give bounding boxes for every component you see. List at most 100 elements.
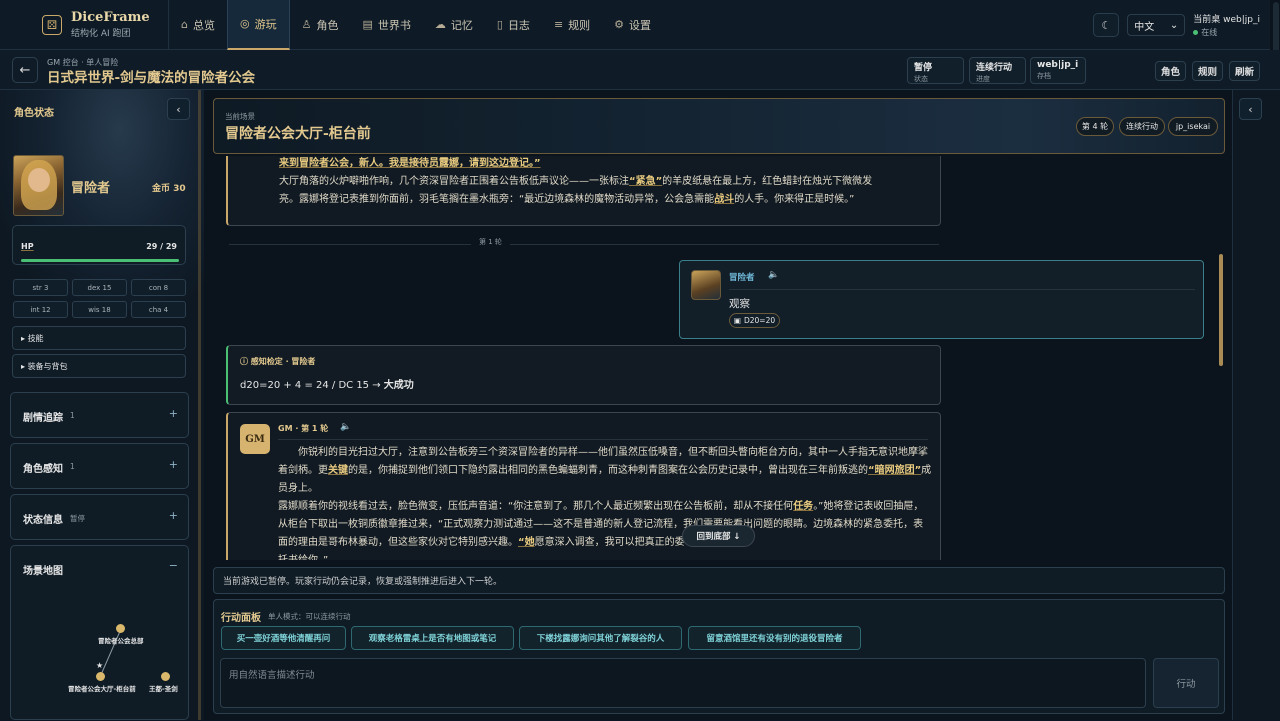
language-select[interactable]: 中文 ⌄	[1127, 14, 1186, 36]
inventory-toggle[interactable]: ▸ 装备与背包	[12, 354, 186, 378]
book-icon: ▤	[362, 18, 373, 31]
character-avatar[interactable]	[13, 155, 64, 216]
narration-span: 大厅角落的火炉噼啪作响，几个资深冒险者正围着公告板低声议论——一张标注	[279, 176, 629, 187]
stat-cha: cha 4	[131, 301, 186, 318]
keyword-highlight[interactable]: “暗网旅团”	[868, 465, 921, 476]
panel-resize-handle[interactable]	[198, 90, 201, 720]
nav-tab-label: 设置	[629, 18, 652, 32]
gm-title: GM · 第 1 轮	[278, 424, 329, 433]
nav-tab-rules[interactable]: ≡ 规则	[542, 0, 602, 50]
gm-text: 露娜顺着你的视线看过去，脸色微变，压低声音道：“你注意到了。那几个人最近频繁出现…	[278, 501, 794, 512]
stat-dex: dex 15	[72, 279, 127, 296]
nav-tab-label: 记忆	[450, 18, 473, 32]
mode-pill: 连续行动	[1119, 117, 1165, 136]
scene-label: 当前场景	[225, 112, 255, 121]
stat-con: con 8	[131, 279, 186, 296]
check-formula: d20=20 + 4 = 24 / DC 15 →	[240, 380, 384, 391]
user-icon: ♙	[301, 18, 312, 31]
hp-label: HP	[21, 242, 34, 251]
back-button[interactable]: ←	[12, 57, 38, 83]
online-dot-icon	[1193, 30, 1199, 35]
theme-toggle-button[interactable]: ☾	[1093, 13, 1120, 37]
expand-plus-icon[interactable]: +	[169, 458, 178, 471]
character-button[interactable]: 角色	[1155, 61, 1186, 81]
suggestion-button[interactable]: 观察老格雷桌上是否有地图或笔记	[351, 626, 514, 650]
hp-box: HP 29 / 29	[12, 225, 186, 265]
status-info-section[interactable]: 状态信息 暂停 +	[10, 494, 189, 540]
round-divider	[229, 244, 939, 245]
map-node[interactable]	[161, 672, 170, 681]
refresh-button[interactable]: 刷新	[1229, 61, 1260, 81]
expand-plus-icon[interactable]: +	[169, 509, 178, 522]
ruleset-pill: jp_isekai	[1168, 117, 1218, 136]
nav-tab-worldbook[interactable]: ▤ 世界书	[350, 0, 422, 50]
play-area: 当前场景 冒险者公会大厅-柜台前 第 4 轮 连续行动 jp_isekai 来到…	[204, 90, 1232, 720]
dice-result-badge: ▣ D20=20	[729, 313, 780, 328]
keyword-highlight[interactable]: “紧急”	[629, 176, 662, 187]
player-action-card: 冒险者 🔈 观察 ▣ D20=20	[679, 260, 1204, 339]
suggestion-button[interactable]: 留意酒馆里还有没有别的退役冒险者	[688, 626, 861, 650]
speaker-icon[interactable]: 🔈	[768, 270, 779, 280]
stat-str: str 3	[13, 279, 68, 296]
app-subtitle: 结构化 AI 跑团	[71, 29, 131, 39]
suggestion-button[interactable]: 买一壶好酒等他清醒再问	[221, 626, 346, 650]
save-box: web|jp_i 存档	[1030, 57, 1086, 84]
cloud-icon: ☁	[434, 18, 446, 31]
keyword-highlight[interactable]: 关键	[328, 465, 348, 476]
expand-plus-icon[interactable]: +	[169, 407, 178, 420]
nav-tab-label: 日志	[507, 18, 530, 32]
section-count: 暂停	[70, 514, 85, 523]
hp-value: 29 / 29	[146, 242, 177, 251]
page-title: 日式异世界-剑与魔法的冒险者公会	[47, 70, 256, 86]
map-node[interactable]	[116, 624, 125, 633]
moon-icon: ☾	[1101, 18, 1112, 32]
gm-avatar: GM	[240, 424, 270, 454]
collapse-left-button[interactable]: ‹	[167, 98, 190, 120]
plot-tracker-section[interactable]: 剧情追踪 1 +	[10, 392, 189, 438]
nav-tab-characters[interactable]: ♙ 角色	[290, 0, 351, 50]
document-icon: ▯	[496, 18, 503, 31]
app-logo[interactable]: ⚄ DiceFrame 结构化 AI 跑团	[0, 0, 168, 50]
nav-tab-play[interactable]: ◎ 游玩	[226, 0, 290, 50]
nav-tab-log[interactable]: ▯ 日志	[485, 0, 542, 50]
character-name: 冒险者	[71, 181, 111, 196]
arrow-left-icon: ←	[19, 62, 31, 78]
speaker-icon[interactable]: 🔈	[340, 422, 351, 432]
hp-bar	[21, 259, 179, 262]
round-pill: 第 4 轮	[1076, 117, 1114, 136]
chat-scrollbar-thumb[interactable]	[1219, 254, 1223, 366]
nav-tab-label: 游玩	[254, 17, 277, 31]
narration-card: 来到冒险者公会，新人。我是接待员露娜，请到这边登记。” 大厅角落的火炉噼啪作响，…	[226, 156, 941, 226]
scroll-to-bottom-button[interactable]: 回到底部 ↓	[682, 525, 755, 547]
user-status: 当前桌 web|jp_i 在线	[1193, 12, 1260, 38]
nav-tab-settings[interactable]: ⚙ 设置	[602, 0, 663, 50]
map-node-current[interactable]	[96, 672, 105, 681]
stat-wis: wis 18	[72, 301, 127, 318]
character-perception-section[interactable]: 角色感知 1 +	[10, 443, 189, 489]
nav-tab-label: 总览	[192, 18, 215, 32]
status-label: 状态	[914, 75, 928, 83]
save-value: web|jp_i	[1037, 60, 1079, 70]
chat-log[interactable]: 来到冒险者公会，新人。我是接待员露娜，请到这边登记。” 大厅角落的火炉噼啪作响，…	[204, 156, 1224, 560]
check-formula-row: d20=20 + 4 = 24 / DC 15 → 大成功	[240, 376, 414, 391]
action-input[interactable]: 用自然语言描述行动	[220, 658, 1146, 708]
section-title: 状态信息	[23, 515, 63, 526]
check-title: 感知检定 · 冒险者	[250, 357, 316, 366]
action-panel: 行动面板 单人模式：可以连续行动 买一壶好酒等他清醒再问 观察老格雷桌上是否有地…	[213, 599, 1225, 714]
nav-tab-overview[interactable]: ⌂ 总览	[169, 0, 227, 50]
action-panel-title: 行动面板	[221, 613, 261, 624]
gear-icon: ⚙	[614, 18, 625, 31]
suggestion-button[interactable]: 下楼找露娜询问其他了解裂谷的人	[519, 626, 682, 650]
keyword-highlight[interactable]: “她	[518, 537, 535, 548]
rules-button[interactable]: 规则	[1192, 61, 1223, 81]
submit-action-button[interactable]: 行动	[1153, 658, 1219, 708]
collapse-right-button[interactable]: ‹	[1239, 98, 1262, 120]
dice-icon: ⚄	[42, 14, 62, 35]
progress-label: 进度	[976, 75, 990, 83]
skills-toggle[interactable]: ▸ 技能	[12, 326, 186, 350]
progress-value: 连续行动	[976, 63, 1013, 73]
home-icon: ⌂	[181, 18, 188, 31]
nav-tab-memory[interactable]: ☁ 记忆	[423, 0, 485, 50]
keyword-highlight[interactable]: 任务	[793, 501, 813, 512]
keyword-highlight[interactable]: 战斗	[714, 194, 734, 205]
